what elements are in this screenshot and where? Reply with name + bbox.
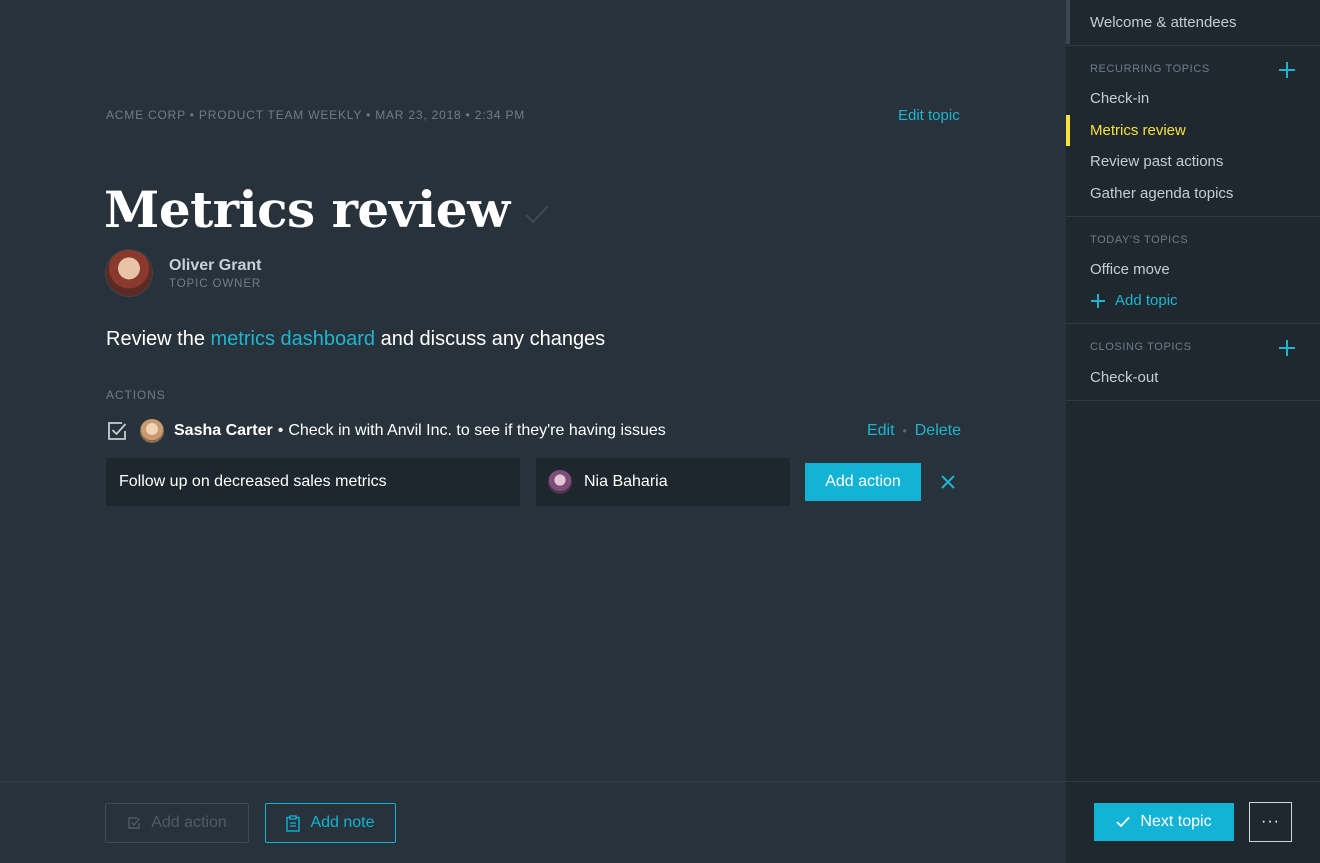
next-topic-button[interactable]: Next topic	[1094, 803, 1234, 841]
delete-action-link[interactable]: Delete	[915, 422, 961, 440]
link-separator: •	[902, 424, 907, 438]
action-links: Edit • Delete	[867, 422, 961, 440]
description-text-before: Review the	[106, 328, 205, 350]
avatar	[105, 249, 153, 297]
footer-toolbar: Add action Add note	[0, 781, 1066, 863]
sidebar-item-welcome[interactable]: Welcome & attendees	[1090, 14, 1236, 31]
actions-heading: ACTIONS	[106, 388, 166, 402]
closing-topics-heading: CLOSING TOPICS	[1090, 341, 1192, 353]
checkbox-checked-icon[interactable]	[106, 420, 128, 442]
action-text-input[interactable]	[106, 458, 520, 506]
main-content: ACME CORP • PRODUCT TEAM WEEKLY • MAR 23…	[0, 0, 1066, 781]
avatar	[548, 470, 572, 494]
add-topic-label: Add topic	[1115, 292, 1178, 309]
todays-topics-heading: TODAY'S TOPICS	[1090, 234, 1189, 246]
next-topic-label: Next topic	[1140, 813, 1212, 830]
edit-action-link[interactable]: Edit	[867, 422, 895, 440]
sidebar-scrollbar[interactable]	[1066, 0, 1070, 44]
add-action-button[interactable]: Add action	[805, 463, 921, 501]
add-recurring-topic-icon[interactable]	[1278, 61, 1296, 79]
check-icon	[1116, 816, 1131, 828]
add-closing-topic-icon[interactable]	[1278, 339, 1296, 357]
edit-topic-link[interactable]: Edit topic	[898, 107, 960, 124]
divider	[1066, 216, 1320, 217]
new-action-form: Nia Baharia Add action	[106, 458, 957, 506]
divider	[1066, 400, 1320, 401]
close-icon[interactable]	[939, 473, 957, 491]
title-row: Metrics review	[104, 180, 550, 239]
assignee-name: Nia Baharia	[584, 473, 668, 490]
topic-owner: Oliver Grant TOPIC OWNER	[105, 249, 261, 297]
divider	[1066, 45, 1320, 46]
plus-icon	[1091, 293, 1105, 308]
owner-text: Oliver Grant TOPIC OWNER	[169, 257, 261, 290]
topic-description: Review the metrics dashboard and discuss…	[106, 328, 605, 351]
assignee-select[interactable]: Nia Baharia	[536, 458, 790, 506]
owner-role: TOPIC OWNER	[169, 277, 262, 290]
sidebar-item-gather-agenda-topics[interactable]: Gather agenda topics	[1090, 185, 1233, 202]
divider	[1066, 781, 1320, 782]
add-action-footer-button[interactable]: Add action	[105, 803, 249, 843]
add-note-label: Add note	[310, 814, 375, 831]
description-text-after: and discuss any changes	[380, 328, 606, 350]
metrics-dashboard-link[interactable]: metrics dashboard	[211, 328, 376, 350]
divider	[1066, 323, 1320, 324]
sidebar-item-office-move[interactable]: Office move	[1090, 261, 1170, 278]
action-text: Check in with Anvil Inc. to see if they'…	[288, 422, 666, 439]
checkbox-icon	[128, 817, 141, 829]
sidebar-item-check-out[interactable]: Check-out	[1090, 369, 1158, 386]
active-indicator	[1066, 115, 1070, 146]
sidebar-item-review-past-actions[interactable]: Review past actions	[1090, 153, 1223, 170]
add-action-footer-label: Add action	[151, 814, 227, 831]
breadcrumb: ACME CORP • PRODUCT TEAM WEEKLY • MAR 23…	[106, 108, 526, 122]
owner-name: Oliver Grant	[169, 256, 262, 274]
more-options-button[interactable]: ···	[1249, 802, 1292, 842]
action-item: Sasha Carter • Check in with Anvil Inc. …	[106, 417, 961, 445]
page-title: Metrics review	[104, 180, 510, 239]
sidebar-item-check-in[interactable]: Check-in	[1090, 90, 1149, 107]
agenda-sidebar: Welcome & attendees RECURRING TOPICS Che…	[1066, 0, 1320, 863]
action-separator: •	[277, 422, 284, 439]
action-owner: Sasha Carter	[174, 422, 273, 439]
check-icon[interactable]	[524, 203, 550, 225]
recurring-topics-heading: RECURRING TOPICS	[1090, 63, 1210, 75]
add-topic-link[interactable]: Add topic	[1090, 292, 1178, 309]
clipboard-icon	[286, 814, 301, 832]
add-note-button[interactable]: Add note	[265, 803, 396, 843]
sidebar-item-metrics-review[interactable]: Metrics review	[1090, 122, 1186, 139]
avatar	[140, 419, 164, 443]
